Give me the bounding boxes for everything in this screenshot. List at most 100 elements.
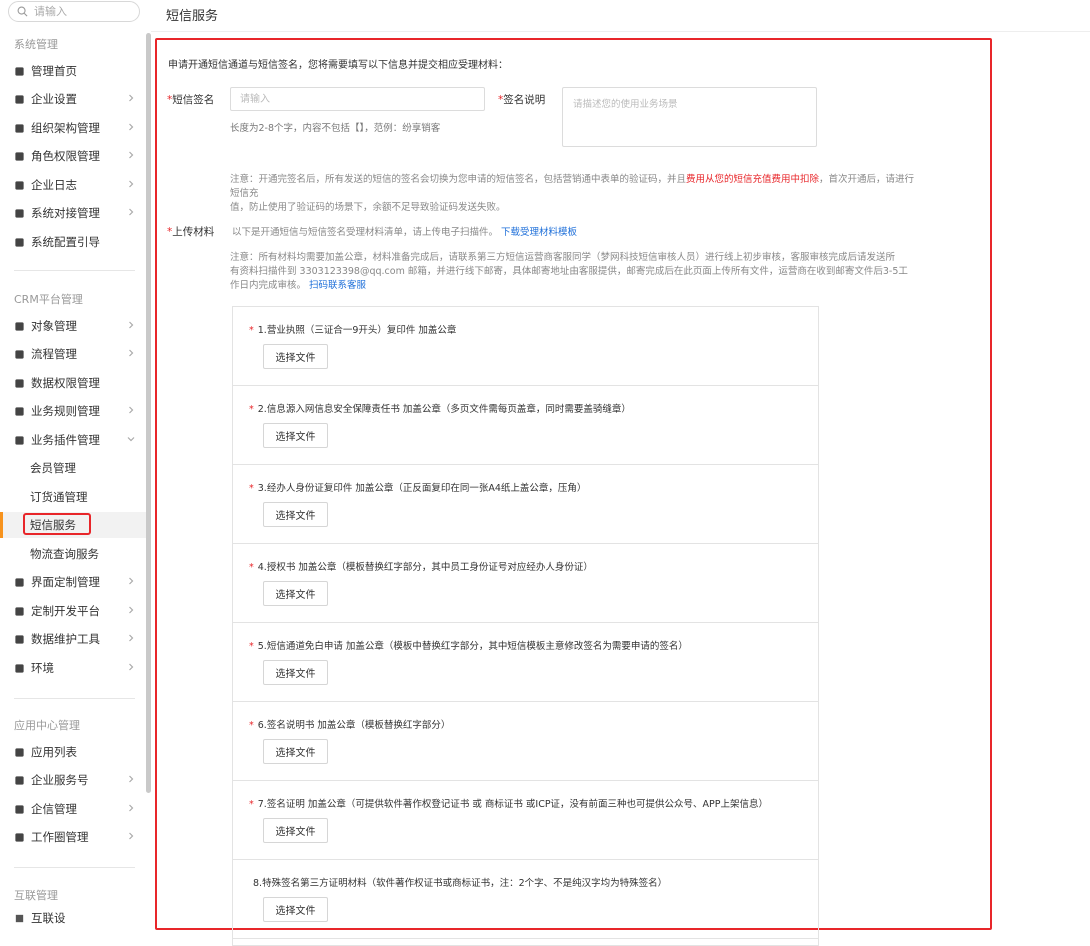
sidebar-search[interactable]	[8, 1, 140, 22]
sidebar-item-system-4[interactable]: 企业日志	[0, 172, 146, 198]
choose-file-button[interactable]: 选择文件	[263, 344, 328, 369]
sidebar-item-crm-2[interactable]: 数据权限管理	[0, 370, 146, 396]
upload-label: *上传材料	[167, 226, 215, 238]
choose-file-button[interactable]: 选择文件	[263, 502, 328, 527]
upload-item-title: * 7.签名证明 加盖公章（可提供软件著作权登记证书 或 商标证书 或ICP证，没…	[249, 799, 769, 810]
sidebar-item-system-5[interactable]: 系统对接管理	[0, 200, 146, 226]
choose-file-button[interactable]: 选择文件	[263, 423, 328, 448]
sidebar-item-interconnect[interactable]: 互联设	[0, 905, 146, 931]
intro-text: 申请开通短信通道与短信签名，您将需要填写以下信息并提交相应受理材料：	[168, 60, 508, 71]
upload-item-title: * 3.经办人身份证复印件 加盖公章（正反面复印在同一张A4纸上盖公章，压角）	[249, 483, 587, 494]
sidebar-item-label: 企信管理	[31, 802, 77, 816]
upload-item: * 3.经办人身份证复印件 加盖公章（正反面复印在同一张A4纸上盖公章，压角） 选择…	[233, 465, 818, 544]
signature-notice: 注意：开通完签名后，所有发送的短信的签名会切换为您申请的短信签名，包括营销通中表…	[230, 174, 915, 213]
sidebar-item-label: 界面定制管理	[31, 575, 100, 589]
log-icon	[14, 180, 25, 191]
sidebar-item-system-3[interactable]: 角色权限管理	[0, 143, 146, 169]
sidebar-item-crm-after-1[interactable]: 定制开发平台	[0, 598, 146, 624]
sidebar-item-label: 定制开发平台	[31, 604, 100, 618]
sidebar-scrollbar[interactable]	[146, 33, 151, 793]
sidebar-item-label: 组织架构管理	[31, 121, 100, 135]
chevron-right-icon	[129, 94, 134, 102]
upload-list: * 1.营业执照（三证合一9开头）复印件 加盖公章选择文件 * 2.信息源入网信息安全…	[232, 306, 819, 946]
page-title: 短信服务	[166, 9, 219, 24]
chat-icon	[14, 804, 25, 815]
signature-desc-textarea[interactable]	[562, 87, 817, 147]
chevron-right-icon	[129, 832, 134, 840]
sidebar-subitem-3[interactable]: 物流查询服务	[0, 541, 146, 567]
sidebar-item-system-1[interactable]: 企业设置	[0, 86, 146, 112]
sidebar-item-system-2[interactable]: 组织架构管理	[0, 115, 146, 141]
choose-file-button[interactable]: 选择文件	[263, 739, 328, 764]
sidebar-item-label: 应用列表	[31, 745, 77, 759]
sidebar-subitem-1[interactable]: 订货通管理	[0, 484, 146, 510]
signature-hint: 长度为2-8个字，内容不包括【】，范例：纷享销客	[230, 123, 441, 134]
upload-item-title: * 2.信息源入网信息安全保障责任书 加盖公章（多页文件需每页盖章，同时需要盖骑缝…	[249, 404, 631, 415]
sidebar-item-crm-1[interactable]: 流程管理	[0, 341, 146, 367]
upload-item: * 7.签名证明 加盖公章（可提供软件著作权登记证书 或 商标证书 或ICP证，没…	[233, 781, 818, 860]
settings-icon	[14, 913, 25, 924]
sidebar: 系统管理 管理首页企业设置组织架构管理角色权限管理企业日志系统对接管理系统配置引…	[0, 0, 146, 935]
upload-item: 8.特殊签名第三方证明材料（软件著作权证书或商标证书，注：2个字、不是纯汉字均为…	[233, 860, 818, 939]
chevron-right-icon	[129, 321, 134, 329]
choose-file-button[interactable]: 选择文件	[263, 818, 328, 843]
sidebar-item-app-0[interactable]: 应用列表	[0, 739, 146, 765]
upload-item-title: * 5.短信通道免白申请 加盖公章（模板中替换红字部分，其中短信模板主意修改签名为…	[249, 641, 688, 652]
upload-hint: 以下是开通短信与短信签名受理材料清单，请上传电子扫描件。 下载受理材料模板	[232, 227, 578, 238]
id-card-icon	[14, 151, 25, 162]
chevron-right-icon	[129, 663, 134, 671]
top-bar	[151, 0, 1090, 32]
sidebar-item-crm-after-2[interactable]: 数据维护工具	[0, 626, 146, 652]
link-icon	[14, 208, 25, 219]
sidebar-item-label: 数据维护工具	[31, 632, 100, 646]
sidebar-item-label: 企业服务号	[31, 773, 89, 787]
upload-item: * 6.签名说明书 加盖公章（模板替换红字部分） 选择文件	[233, 702, 818, 781]
sidebar-item-label: 流程管理	[31, 347, 77, 361]
chevron-right-icon	[129, 180, 134, 188]
sidebar-item-crm-after-0[interactable]: 界面定制管理	[0, 569, 146, 595]
sidebar-item-label: 工作圈管理	[31, 830, 89, 844]
sidebar-item-app-1[interactable]: 企业服务号	[0, 767, 146, 793]
upload-item-title: * 1.营业执照（三证合一9开头）复印件 加盖公章	[249, 325, 457, 336]
sidebar-subitem-0[interactable]: 会员管理	[0, 455, 146, 481]
sidebar-item-label: 业务插件管理	[31, 433, 100, 447]
wrench-icon	[14, 406, 25, 417]
chevron-right-icon	[129, 208, 134, 216]
section-title-crm: CRM平台管理	[14, 293, 83, 306]
chevron-down-icon	[127, 437, 135, 442]
upload-item-title: * 6.签名说明书 加盖公章（模板替换红字部分）	[249, 720, 451, 731]
chevron-right-icon	[129, 123, 134, 131]
download-template-link[interactable]: 下载受理材料模板	[501, 227, 577, 238]
sidebar-item-crm-3[interactable]: 业务规则管理	[0, 398, 146, 424]
sidebar-item-label: 环境	[31, 661, 54, 675]
choose-file-button[interactable]: 选择文件	[263, 897, 328, 922]
sidebar-item-app-2[interactable]: 企信管理	[0, 796, 146, 822]
sidebar-item-app-3[interactable]: 工作圈管理	[0, 824, 146, 850]
chevron-right-icon	[129, 606, 134, 614]
choose-file-button[interactable]: 选择文件	[263, 660, 328, 685]
section-title-interconnect: 互联管理	[14, 889, 58, 902]
upload-item: * 5.短信通道免白申请 加盖公章（模板中替换红字部分，其中短信模板主意修改签名为…	[233, 623, 818, 702]
search-input[interactable]	[34, 5, 124, 18]
upload-item: * 1.营业执照（三证合一9开头）复印件 加盖公章选择文件	[233, 307, 818, 386]
desktop-icon	[14, 775, 25, 786]
notice-fee-warning: 费用从您的短信充值费用中扣除	[686, 174, 820, 185]
upload-item-title: * 4.授权书 加盖公章（模板替换红字部分，其中员工身份证号对应经办人身份证）	[249, 562, 593, 573]
sidebar-item-crm-0[interactable]: 对象管理	[0, 313, 146, 339]
home-icon	[14, 66, 25, 77]
sidebar-item-crm-4[interactable]: 业务插件管理	[0, 427, 146, 453]
signature-input[interactable]	[230, 87, 485, 111]
sidebar-item-system-0[interactable]: 管理首页	[0, 58, 146, 84]
upload-item-title: 8.特殊签名第三方证明材料（软件著作权证书或商标证书，注：2个字、不是纯汉字均为…	[253, 878, 668, 889]
sidebar-item-crm-after-3[interactable]: 环境	[0, 655, 146, 681]
upload-item: * 2.信息源入网信息安全保障责任书 加盖公章（多页文件需每页盖章，同时需要盖骑缝…	[233, 386, 818, 465]
sidebar-subitem-2[interactable]: 短信服务	[0, 512, 146, 538]
sidebar-item-system-6[interactable]: 系统配置引导	[0, 229, 146, 255]
flow-icon	[14, 349, 25, 360]
signature-label: *短信签名	[167, 94, 215, 106]
choose-file-button[interactable]: 选择文件	[263, 581, 328, 606]
config-icon	[14, 237, 25, 248]
sidebar-subitem-label: 物流查询服务	[30, 547, 99, 561]
upload-notice: 注意：所有材料均需要加盖公章，材料准备完成后，请联系第三方短信运营商客服同学（梦…	[230, 252, 908, 291]
contact-service-link[interactable]: 扫码联系客服	[309, 280, 366, 291]
